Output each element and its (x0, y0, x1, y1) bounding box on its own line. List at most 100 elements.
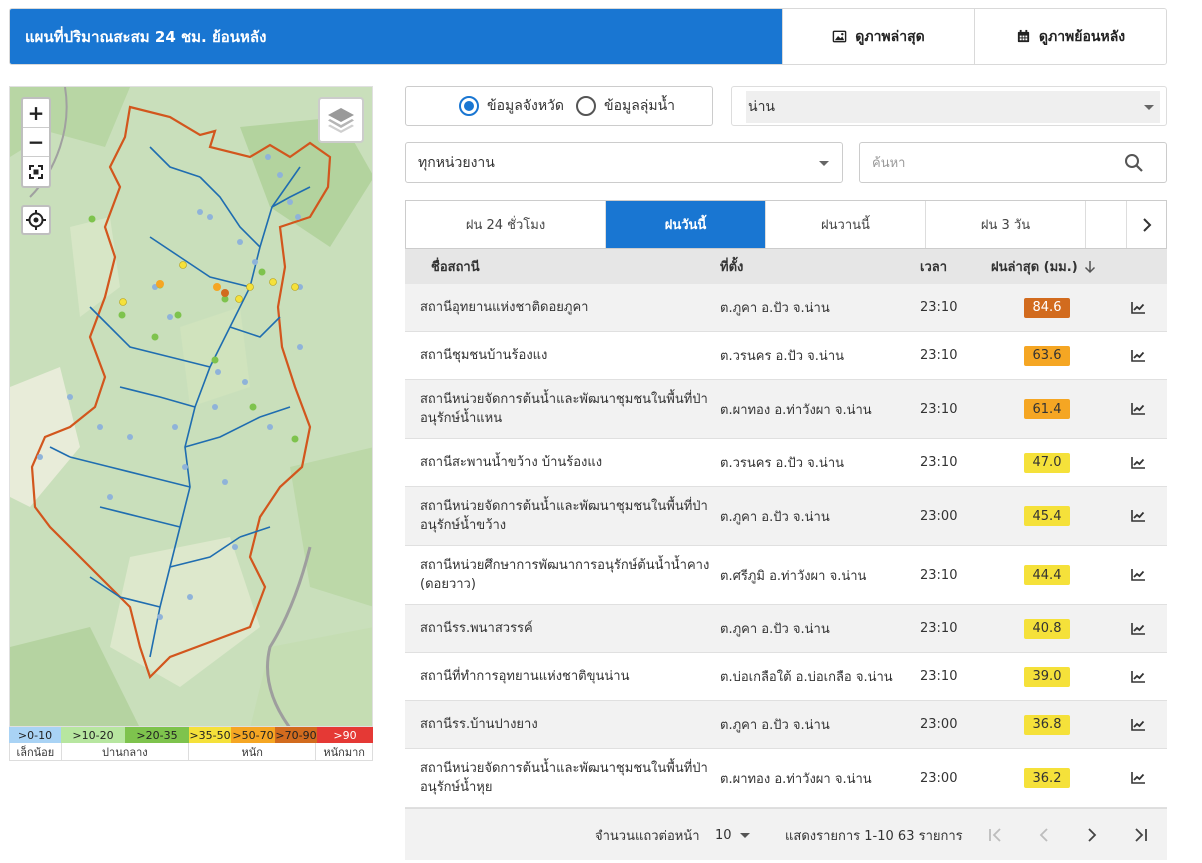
station-time: 23:00 (920, 717, 958, 732)
chevron-left-icon (1039, 828, 1048, 842)
range-text: แสดงรายการ 1-10 63 รายการ (785, 828, 963, 844)
station-name: สถานีสะพานน้ำขว้าง บ้านร้องแง (420, 455, 603, 470)
table-row[interactable]: สถานีหน่วยจัดการต้นน้ำและพัฒนาชุมชนในพื้… (405, 487, 1167, 546)
rain-legend: >0-10 >10-20 >20-35 >35-50 >50-70 >70-90… (9, 727, 373, 761)
agency-select[interactable]: ทุกหน่วยงาน (405, 142, 843, 183)
chart-button[interactable] (1131, 749, 1145, 807)
chart-button[interactable] (1131, 380, 1145, 438)
province-select[interactable]: น่าน (731, 86, 1167, 126)
radio-basin-dot[interactable] (576, 96, 597, 116)
tabs-next-button[interactable] (1126, 201, 1166, 248)
legend-band: >0-10 (9, 727, 61, 743)
rain-map[interactable]: + − (9, 86, 373, 727)
table-row[interactable]: สถานีหน่วยศึกษาการพัฒนาการอนุรักษ์ต้นน้ำ… (405, 546, 1167, 605)
chart-button[interactable] (1131, 439, 1145, 486)
col-header-time[interactable]: เวลา (920, 249, 947, 284)
next-page-button[interactable] (1086, 809, 1098, 861)
chart-icon (1131, 403, 1145, 415)
page-title: แผนที่ปริมาณสะสม 24 ชม. ย้อนหลัง (10, 9, 782, 64)
table-row[interactable]: สถานีรร.พนาสวรรค์ ต.ภูคา อ.ปัว จ.น่าน 23… (405, 605, 1167, 653)
station-name: สถานีหน่วยจัดการต้นน้ำและพัฒนาชุมชนในพื้… (420, 392, 708, 426)
zoom-in-button[interactable]: + (23, 99, 49, 128)
col-header-rain[interactable]: ฝนล่าสุด (มม.) (991, 249, 1096, 284)
station-name: สถานีชุมชนบ้านร้องแง (420, 348, 548, 363)
legend-category: ปานกลาง (62, 743, 190, 760)
chart-button[interactable] (1131, 701, 1145, 748)
first-page-button[interactable] (988, 809, 1004, 861)
legend-category: เล็กน้อย (10, 743, 62, 760)
station-time: 23:00 (920, 770, 958, 786)
legend-category: หนัก (189, 743, 317, 760)
chart-button[interactable] (1131, 487, 1145, 545)
data-source-radio-group: ข้อมูลจังหวัด ข้อมูลลุ่มน้ำ (405, 86, 713, 126)
station-location: ต.วรนคร อ.ปัว จ.น่าน (720, 349, 845, 364)
table-row[interactable]: สถานีหน่วยจัดการต้นน้ำและพัฒนาชุมชนในพื้… (405, 380, 1167, 439)
chevron-down-icon (1144, 105, 1154, 110)
station-location: ต.ภูคา อ.ปัว จ.น่าน (720, 509, 830, 525)
rain-value-badge: 45.4 (1024, 506, 1070, 526)
radio-basin[interactable]: ข้อมูลลุ่มน้ำ (576, 95, 675, 117)
table-row[interactable]: สถานีหน่วยจัดการต้นน้ำและพัฒนาชุมชนในพื้… (405, 749, 1167, 808)
tab-today[interactable]: ฝนวันนี้ (606, 201, 766, 248)
table-row[interactable]: สถานีอุทยานแห่งชาติดอยภูคา ต.ภูคา อ.ปัว … (405, 284, 1167, 332)
fullscreen-button[interactable] (23, 157, 49, 186)
image-icon (832, 30, 847, 43)
chart-icon (1131, 301, 1145, 314)
history-image-button[interactable]: ดูภาพย้อนหลัง (974, 9, 1166, 64)
radio-province-dot[interactable] (459, 96, 479, 116)
zoom-out-button[interactable]: − (23, 128, 49, 157)
radio-province[interactable]: ข้อมูลจังหวัด (459, 95, 564, 117)
layers-icon (328, 108, 354, 133)
col-header-location[interactable]: ที่ตั้ง (720, 249, 743, 284)
prev-page-button[interactable] (1038, 809, 1050, 861)
table-row[interactable]: สถานีสะพานน้ำขว้าง บ้านร้องแง ต.วรนคร อ.… (405, 439, 1167, 487)
locate-button[interactable] (21, 205, 51, 235)
tab-overflow (1086, 201, 1126, 248)
tab-24h[interactable]: ฝน 24 ชั่วโมง (406, 201, 606, 248)
legend-band: >10-20 (61, 727, 125, 743)
rows-per-page-select[interactable]: 10 (715, 809, 750, 861)
map-canvas[interactable] (10, 87, 373, 727)
chevron-down-icon (739, 832, 750, 838)
station-location: ต.ภูคา อ.ปัว จ.น่าน (720, 622, 830, 637)
chart-button[interactable] (1131, 653, 1145, 700)
chart-icon (1131, 510, 1145, 522)
legend-band: >20-35 (125, 727, 189, 743)
rain-value-badge: 36.2 (1024, 768, 1070, 788)
station-name: สถานีที่ทำการอุทยานแห่งชาติขุนน่าน (420, 669, 630, 684)
table-row[interactable]: สถานีชุมชนบ้านร้องแง ต.วรนคร อ.ปัว จ.น่า… (405, 332, 1167, 380)
chart-icon (1131, 622, 1145, 635)
table-header: ชื่อสถานี ที่ตั้ง เวลา ฝนล่าสุด (มม.) (405, 249, 1167, 284)
chart-button[interactable] (1131, 546, 1145, 604)
rain-value-badge: 39.0 (1024, 666, 1070, 687)
layers-button[interactable] (318, 97, 364, 143)
chart-icon (1131, 670, 1145, 683)
station-location: ต.ผาทอง อ.ท่าวังผา จ.น่าน (720, 771, 872, 787)
rows-per-page-value: 10 (715, 827, 732, 843)
chart-button[interactable] (1131, 605, 1145, 652)
calendar-icon (1017, 29, 1029, 43)
rain-value-badge: 44.4 (1024, 565, 1070, 585)
locate-icon (26, 210, 46, 230)
chart-button[interactable] (1131, 284, 1145, 331)
col-header-rain-label: ฝนล่าสุด (มม.) (991, 260, 1078, 275)
station-time: 23:10 (920, 348, 958, 363)
station-location: ต.วรนคร อ.ปัว จ.น่าน (720, 456, 845, 471)
table-row[interactable]: สถานีที่ทำการอุทยานแห่งชาติขุนน่าน ต.บ่อ… (405, 653, 1167, 701)
rain-value-badge: 36.8 (1024, 714, 1070, 735)
search-icon[interactable] (1124, 153, 1144, 173)
station-name: สถานีหน่วยจัดการต้นน้ำและพัฒนาชุมชนในพื้… (420, 761, 708, 795)
station-location: ต.ภูคา อ.ปัว จ.น่าน (720, 718, 830, 733)
chart-icon (1131, 569, 1145, 581)
latest-image-button[interactable]: ดูภาพล่าสุด (782, 9, 974, 64)
tab-yesterday[interactable]: ฝนวานนี้ (766, 201, 926, 248)
station-time: 23:10 (920, 401, 958, 417)
tab-3days[interactable]: ฝน 3 วัน (926, 201, 1086, 248)
sort-arrow-icon[interactable] (1084, 260, 1096, 274)
col-header-name[interactable]: ชื่อสถานี (431, 249, 480, 284)
search-input[interactable] (872, 151, 1112, 175)
chart-button[interactable] (1131, 332, 1145, 379)
table-row[interactable]: สถานีรร.บ้านปางยาง ต.ภูคา อ.ปัว จ.น่าน 2… (405, 701, 1167, 749)
legend-band: >90 (317, 727, 373, 743)
last-page-button[interactable] (1132, 809, 1148, 861)
